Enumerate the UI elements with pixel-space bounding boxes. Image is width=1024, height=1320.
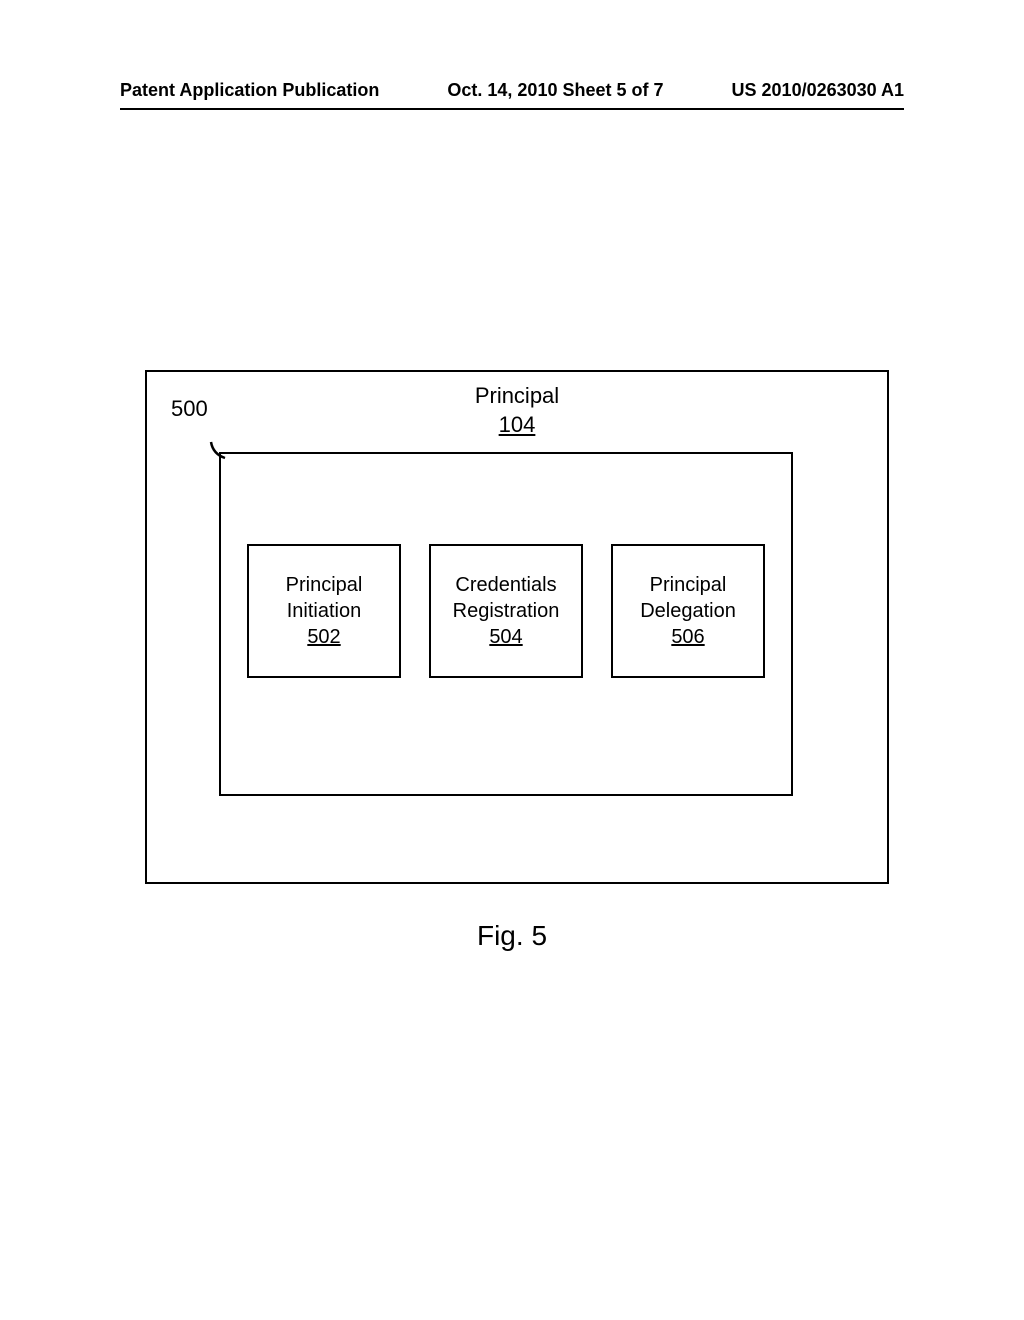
module-principal-initiation: Principal Initiation 502 (247, 544, 401, 678)
module-credentials-registration: Credentials Registration 504 (429, 544, 583, 678)
module-ref: 502 (307, 624, 340, 650)
module-line1: Principal (650, 572, 727, 598)
outer-title-text: Principal (475, 383, 559, 408)
header-left: Patent Application Publication (120, 80, 379, 101)
outer-box-title: Principal 104 (147, 382, 887, 439)
module-line1: Credentials (455, 572, 556, 598)
page-header: Patent Application Publication Oct. 14, … (0, 80, 1024, 101)
module-row: Principal Initiation 502 Credentials Reg… (221, 544, 791, 678)
module-line2: Delegation (640, 598, 736, 624)
module-line2: Registration (453, 598, 560, 624)
module-line2: Initiation (287, 598, 362, 624)
ref-500-label: 500 (171, 396, 208, 422)
inner-box: Principal Initiation 502 Credentials Reg… (219, 452, 793, 796)
outer-title-ref: 104 (499, 412, 536, 437)
module-line1: Principal (286, 572, 363, 598)
header-right: US 2010/0263030 A1 (732, 80, 904, 101)
outer-box-principal: Principal 104 500 Principal Initiation 5… (145, 370, 889, 884)
header-divider (120, 108, 904, 110)
module-ref: 506 (671, 624, 704, 650)
module-ref: 504 (489, 624, 522, 650)
module-principal-delegation: Principal Delegation 506 (611, 544, 765, 678)
figure-caption: Fig. 5 (0, 920, 1024, 952)
header-center: Oct. 14, 2010 Sheet 5 of 7 (447, 80, 663, 101)
